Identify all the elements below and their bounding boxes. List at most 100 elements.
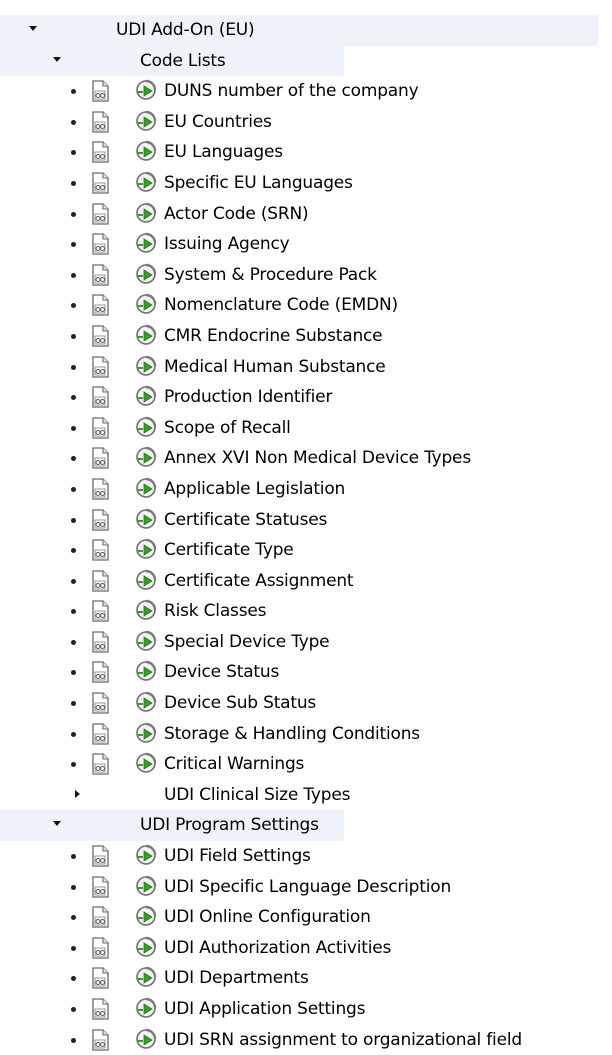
tree-leaf-system-and-procedure-pack[interactable]: System & Procedure Pack bbox=[0, 260, 612, 291]
bullet-icon bbox=[71, 395, 76, 401]
bullet-icon bbox=[71, 211, 76, 217]
tree-leaf-applicable-legislation[interactable]: Applicable Legislation bbox=[0, 474, 612, 505]
tree-leaf-label: Annex XVI Non Medical Device Types bbox=[164, 448, 471, 469]
tree-leaf-udi-departments[interactable]: UDI Departments bbox=[0, 963, 612, 994]
bullet-icon bbox=[71, 578, 76, 584]
program-settings-children: UDI Field Settings UDI Specific Language… bbox=[0, 841, 612, 1055]
document-icon bbox=[92, 417, 109, 439]
tree-leaf-label: Special Device Type bbox=[164, 631, 330, 652]
tree-leaf-label: Issuing Agency bbox=[164, 234, 290, 255]
tree-leaf-special-device-type[interactable]: Special Device Type bbox=[0, 627, 612, 658]
bullet-icon bbox=[71, 180, 76, 186]
document-icon bbox=[92, 478, 109, 500]
execute-icon bbox=[136, 110, 157, 131]
bullet-icon bbox=[71, 150, 76, 156]
document-icon bbox=[92, 111, 109, 133]
document-icon bbox=[92, 631, 109, 653]
expand-toggle-icon[interactable] bbox=[50, 46, 64, 76]
bullet-icon bbox=[71, 1037, 76, 1043]
tree-node-udi-clinical-size-types[interactable]: UDI Clinical Size Types bbox=[0, 780, 612, 811]
execute-icon bbox=[136, 569, 157, 590]
tree-leaf-risk-classes[interactable]: Risk Classes bbox=[0, 596, 612, 627]
execute-icon bbox=[136, 477, 157, 498]
execute-icon bbox=[136, 355, 157, 376]
tree-leaf-eu-languages[interactable]: EU Languages bbox=[0, 137, 612, 168]
tree-leaf-udi-specific-language-description[interactable]: UDI Specific Language Description bbox=[0, 872, 612, 903]
tree-leaf-cmr-endocrine-substance[interactable]: CMR Endocrine Substance bbox=[0, 321, 612, 352]
tree-leaf-device-status[interactable]: Device Status bbox=[0, 657, 612, 688]
tree-leaf-label: UDI Field Settings bbox=[164, 846, 311, 867]
tree-leaf-device-sub-status[interactable]: Device Sub Status bbox=[0, 688, 612, 719]
document-icon bbox=[92, 692, 109, 714]
document-icon bbox=[92, 937, 109, 959]
bullet-icon bbox=[71, 976, 76, 982]
tree-leaf-production-identifier[interactable]: Production Identifier bbox=[0, 382, 612, 413]
bullet-icon bbox=[71, 89, 76, 95]
execute-icon bbox=[136, 324, 157, 345]
document-icon bbox=[92, 753, 109, 775]
tree-leaf-critical-warnings[interactable]: Critical Warnings bbox=[0, 749, 612, 780]
document-icon bbox=[92, 600, 109, 622]
expand-toggle-icon[interactable] bbox=[26, 15, 40, 45]
bullet-icon bbox=[71, 303, 76, 309]
tree-leaf-certificate-type[interactable]: Certificate Type bbox=[0, 535, 612, 566]
tree-leaf-label: Nomenclature Code (EMDN) bbox=[164, 295, 398, 316]
execute-icon bbox=[136, 508, 157, 529]
document-icon bbox=[92, 723, 109, 745]
document-icon bbox=[92, 661, 109, 684]
tree-node-udi-add-on-eu[interactable]: UDI Add-On (EU) bbox=[0, 15, 598, 46]
document-icon bbox=[92, 202, 109, 225]
tree-leaf-medical-human-substance[interactable]: Medical Human Substance bbox=[0, 352, 612, 383]
tree-leaf-label: DUNS number of the company bbox=[164, 81, 419, 102]
execute-icon bbox=[136, 79, 157, 100]
tree-leaf-udi-authorization-activities[interactable]: UDI Authorization Activities bbox=[0, 933, 612, 964]
tree-node-code-lists[interactable]: Code Lists bbox=[0, 45, 344, 77]
document-icon bbox=[92, 325, 109, 347]
bullet-icon bbox=[71, 854, 76, 860]
tree-leaf-udi-application-settings[interactable]: UDI Application Settings bbox=[0, 994, 612, 1025]
execute-icon bbox=[136, 232, 157, 253]
execute-icon bbox=[136, 600, 157, 621]
tree-leaf-issuing-agency[interactable]: Issuing Agency bbox=[0, 229, 612, 260]
execute-icon bbox=[136, 416, 157, 437]
bullet-icon bbox=[71, 639, 76, 645]
execute-icon bbox=[136, 538, 157, 559]
tree-leaf-udi-online-configuration[interactable]: UDI Online Configuration bbox=[0, 902, 612, 933]
expand-toggle-icon[interactable] bbox=[50, 810, 64, 840]
tree-leaf-udi-srn-assignment-to-organizational-field[interactable]: UDI SRN assignment to organizational fie… bbox=[0, 1025, 612, 1055]
document-icon bbox=[92, 386, 109, 408]
execute-icon bbox=[136, 967, 157, 988]
document-icon bbox=[92, 294, 109, 316]
tree-leaf-udi-field-settings[interactable]: UDI Field Settings bbox=[0, 841, 612, 872]
execute-icon bbox=[136, 844, 157, 865]
tree-leaf-annex-xvi-non-medical-device-types[interactable]: Annex XVI Non Medical Device Types bbox=[0, 443, 612, 474]
execute-icon bbox=[136, 906, 157, 927]
tree-leaf-duns-number-of-the-company[interactable]: DUNS number of the company bbox=[0, 76, 612, 107]
tree-leaf-storage-and-handling-conditions[interactable]: Storage & Handling Conditions bbox=[0, 719, 612, 750]
tree-leaf-actor-code-srn[interactable]: Actor Code (SRN) bbox=[0, 199, 612, 230]
tree-leaf-label: Production Identifier bbox=[164, 387, 333, 408]
navigation-tree: UDI Add-On (EU) Code Lists DUNS number o… bbox=[0, 0, 612, 1055]
tree-leaf-label: Certificate Assignment bbox=[164, 570, 354, 591]
tree-leaf-label: Scope of Recall bbox=[164, 417, 291, 438]
tree-leaf-label: EU Languages bbox=[164, 142, 283, 163]
document-icon bbox=[92, 141, 109, 164]
tree-leaf-scope-of-recall[interactable]: Scope of Recall bbox=[0, 413, 612, 444]
tree-node-udi-program-settings[interactable]: UDI Program Settings bbox=[0, 810, 344, 842]
tree-leaf-certificate-assignment[interactable]: Certificate Assignment bbox=[0, 566, 612, 597]
bullet-icon bbox=[71, 670, 76, 676]
document-icon bbox=[92, 264, 109, 286]
code-lists-children: DUNS number of the company EU Countries bbox=[0, 76, 612, 780]
document-icon bbox=[92, 967, 109, 990]
collapse-toggle-icon[interactable] bbox=[70, 780, 84, 810]
tree-leaf-eu-countries[interactable]: EU Countries bbox=[0, 107, 612, 138]
execute-icon bbox=[136, 263, 157, 284]
tree-leaf-nomenclature-code-emdn[interactable]: Nomenclature Code (EMDN) bbox=[0, 290, 612, 321]
tree-leaf-label: UDI Online Configuration bbox=[164, 907, 371, 928]
tree-leaf-certificate-statuses[interactable]: Certificate Statuses bbox=[0, 505, 612, 536]
bullet-icon bbox=[71, 701, 76, 707]
tree-leaf-specific-eu-languages[interactable]: Specific EU Languages bbox=[0, 168, 612, 199]
tree-leaf-label: Device Sub Status bbox=[164, 693, 317, 714]
tree-leaf-label: Certificate Statuses bbox=[164, 509, 328, 530]
tree-leaf-label: Critical Warnings bbox=[164, 754, 305, 775]
